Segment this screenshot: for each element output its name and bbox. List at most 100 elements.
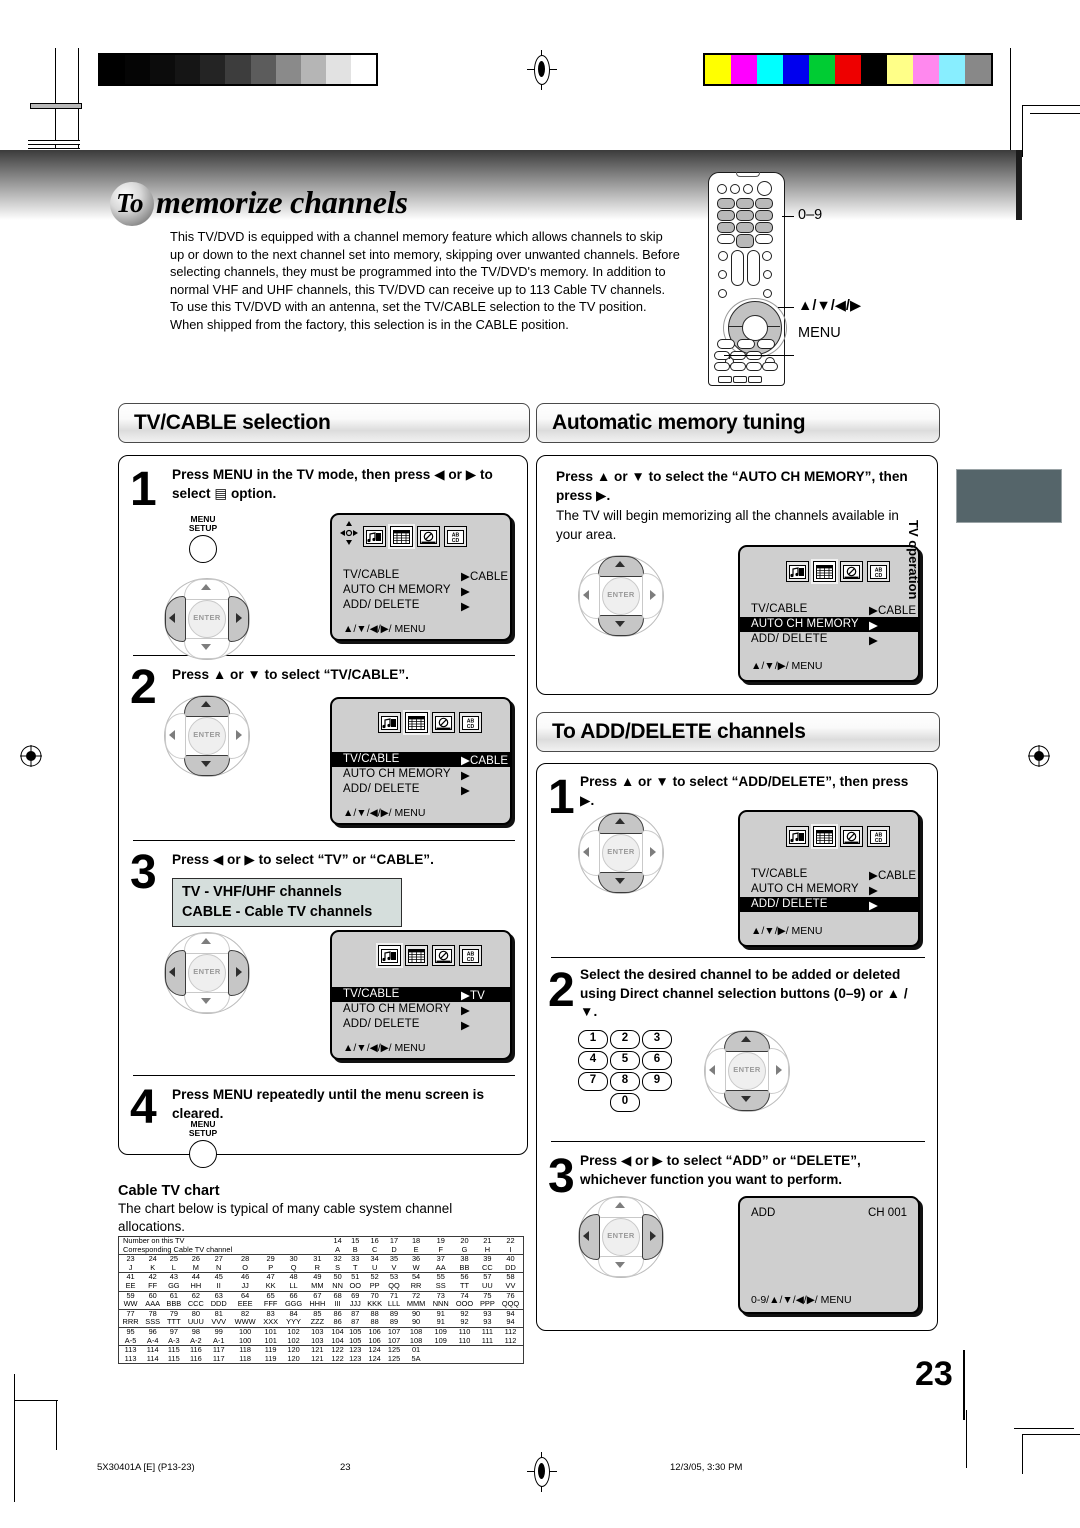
dpad-up-arrow-icon xyxy=(201,938,211,944)
osd-row: ADD/ DELETE ▶ xyxy=(332,782,510,797)
step-divider xyxy=(551,957,925,959)
intro-paragraph: This TV/DVD is equipped with a channel m… xyxy=(170,229,680,332)
direct-channel-keypad: 1 2 3 4 5 6 7 8 9 0 xyxy=(578,1030,688,1112)
keypad-key-6[interactable]: 6 xyxy=(642,1051,672,1070)
keypad-key-0[interactable]: 0 xyxy=(610,1093,640,1112)
keypad-key-2[interactable]: 2 xyxy=(610,1030,640,1049)
osd-row-value: ▶ xyxy=(869,635,878,647)
cable-chart-cell: SS xyxy=(435,1280,446,1290)
cable-chart-cell: JJ xyxy=(241,1280,249,1290)
menu-setup-button-step4: MENU SETUP xyxy=(175,1120,231,1168)
osd-channel-icon xyxy=(388,524,415,549)
remote-channel-rocker xyxy=(747,250,760,286)
title-badge: To xyxy=(110,182,154,226)
remote-number-key xyxy=(717,222,735,233)
remote-top-button xyxy=(730,184,740,194)
cable-chart-cell: LL xyxy=(289,1280,298,1290)
remote-key xyxy=(733,376,747,383)
dpad-auto-memory: ENTER xyxy=(578,555,664,637)
leader-line-menu xyxy=(724,355,794,357)
osd-row-highlighted: AUTO CH MEMORY ▶ xyxy=(740,617,918,632)
remote-top-button xyxy=(717,184,727,194)
remote-key xyxy=(757,339,775,349)
osd-nav-indicator-icon xyxy=(340,521,358,545)
osd-channel-icon xyxy=(811,559,838,584)
dpad-left-arrow-icon xyxy=(583,1231,589,1241)
osd-channel-icon xyxy=(403,710,430,735)
remote-body xyxy=(708,172,787,386)
crop-mark-bottom-right-2 xyxy=(1014,1428,1074,1429)
osd-row-value: ▶ xyxy=(461,1020,470,1032)
osd-row: ADD/ DELETE ▶ xyxy=(332,598,510,613)
step-divider xyxy=(133,840,515,842)
osd-add-mode-label: ADD xyxy=(751,1207,776,1219)
dpad-down-arrow-icon xyxy=(615,1262,625,1268)
remote-key xyxy=(730,362,746,371)
dpad-left-arrow-icon xyxy=(169,730,175,740)
footer-timestamp: 12/3/05, 3:30 PM xyxy=(670,1462,743,1473)
ad-step-1-text: Press ▲ or ▼ to select “ADD/DELETE”, the… xyxy=(580,774,909,808)
remote-number-key xyxy=(736,210,754,221)
cable-chart-cell: KK xyxy=(265,1280,276,1290)
leader-line-dpad xyxy=(778,307,794,309)
cable-chart-cell: QQQ xyxy=(501,1299,520,1309)
remote-key xyxy=(748,376,762,383)
keypad-key-4[interactable]: 4 xyxy=(578,1051,608,1070)
menu-setup-circle xyxy=(189,535,217,563)
osd-row-highlighted: ADD/ DELETE ▶ xyxy=(740,897,918,912)
cable-chart-cell: 5A xyxy=(411,1353,421,1363)
remote-number-key xyxy=(755,198,773,209)
osd-row-label: ADD/ DELETE xyxy=(751,633,828,645)
cable-chart-cell: NNN xyxy=(432,1299,449,1309)
dpad-right-arrow-icon xyxy=(650,1231,656,1241)
dpad-down-arrow-icon xyxy=(201,761,211,767)
menu-setup-label-line2: SETUP xyxy=(188,1128,218,1138)
dpad-right-arrow-icon xyxy=(236,613,242,623)
cable-chart-cell: 110 xyxy=(458,1335,471,1345)
keypad-key-8[interactable]: 8 xyxy=(610,1072,640,1091)
osd-channel-icon xyxy=(811,824,838,849)
cable-chart-cell: 109 xyxy=(434,1335,447,1345)
crop-mark-bottom-right-1 xyxy=(966,1410,967,1468)
remote-number-key xyxy=(736,198,754,209)
keypad-key-5[interactable]: 5 xyxy=(610,1051,640,1070)
keypad-key-1[interactable]: 1 xyxy=(578,1030,608,1049)
ad-step-number-1: 1 xyxy=(548,771,575,824)
remote-key xyxy=(718,251,728,261)
remote-number-key xyxy=(736,222,754,233)
banner-add-delete-channels: To ADD/DELETE channels xyxy=(536,712,940,752)
cable-chart-cell: 121 xyxy=(311,1353,324,1363)
keypad-key-9[interactable]: 9 xyxy=(642,1072,672,1091)
osd-row-label: ADD/ DELETE xyxy=(343,599,420,611)
cable-chart-cell: 125 xyxy=(387,1353,401,1363)
keypad-key-3[interactable]: 3 xyxy=(642,1030,672,1049)
keypad-key-7[interactable]: 7 xyxy=(578,1072,608,1091)
dpad-down-arrow-icon xyxy=(615,621,625,627)
cable-chart-cell: GGG xyxy=(284,1299,303,1309)
crop-mark-bottom-right-3 xyxy=(1022,1434,1023,1474)
cable-chart-cell: II xyxy=(216,1280,221,1290)
cable-chart-cell: PP xyxy=(369,1280,380,1290)
osd-clock-icon xyxy=(432,945,455,966)
crop-rule-left-lower xyxy=(14,1374,15,1440)
cable-chart-cell: 115 xyxy=(167,1353,180,1363)
step-1-text: Press MENU in the TV mode, then press ◀ … xyxy=(172,467,493,501)
dpad-down-arrow-icon xyxy=(201,998,211,1004)
osd-footer-hint: ▲/▼/◀/▶/ MENU xyxy=(343,807,426,819)
osd-row-value: ▶ xyxy=(461,601,470,613)
osd-row: AUTO CH MEMORY ▶ xyxy=(332,1002,510,1017)
footer-part-number: 5X30401A [E] (P13-23) xyxy=(97,1462,195,1473)
title-text: memorize channels xyxy=(156,184,408,220)
page-title: To memorize channels xyxy=(110,182,730,230)
remote-power-button xyxy=(757,181,772,196)
dpad-ad-step1: ENTER xyxy=(578,812,664,894)
dpad-up-arrow-icon xyxy=(615,1202,625,1208)
cable-tv-chart-table: Number on this TV 14 15 16 17 18 19 20 21 22 Corre… xyxy=(118,1235,524,1365)
osd-row-label: AUTO CH MEMORY xyxy=(751,618,859,630)
cable-chart-row: WW AAA BBB CCC DDD EEE FFF GGG HHH III JJJ KKK LLL MM… xyxy=(119,1299,524,1309)
cable-chart-cell: KKK xyxy=(367,1299,383,1309)
dpad-left-arrow-icon xyxy=(709,1065,715,1075)
osd-screen-add-confirm: ADD CH 001 0-9/▲/▼/◀/▶/ MENU xyxy=(738,1196,920,1314)
cable-chart-cell: DDD xyxy=(210,1299,227,1309)
cable-chart-row: EE FF GG HH II JJ KK LL MM NN OO PP QQ RR SS TT UU VV xyxy=(119,1280,524,1291)
